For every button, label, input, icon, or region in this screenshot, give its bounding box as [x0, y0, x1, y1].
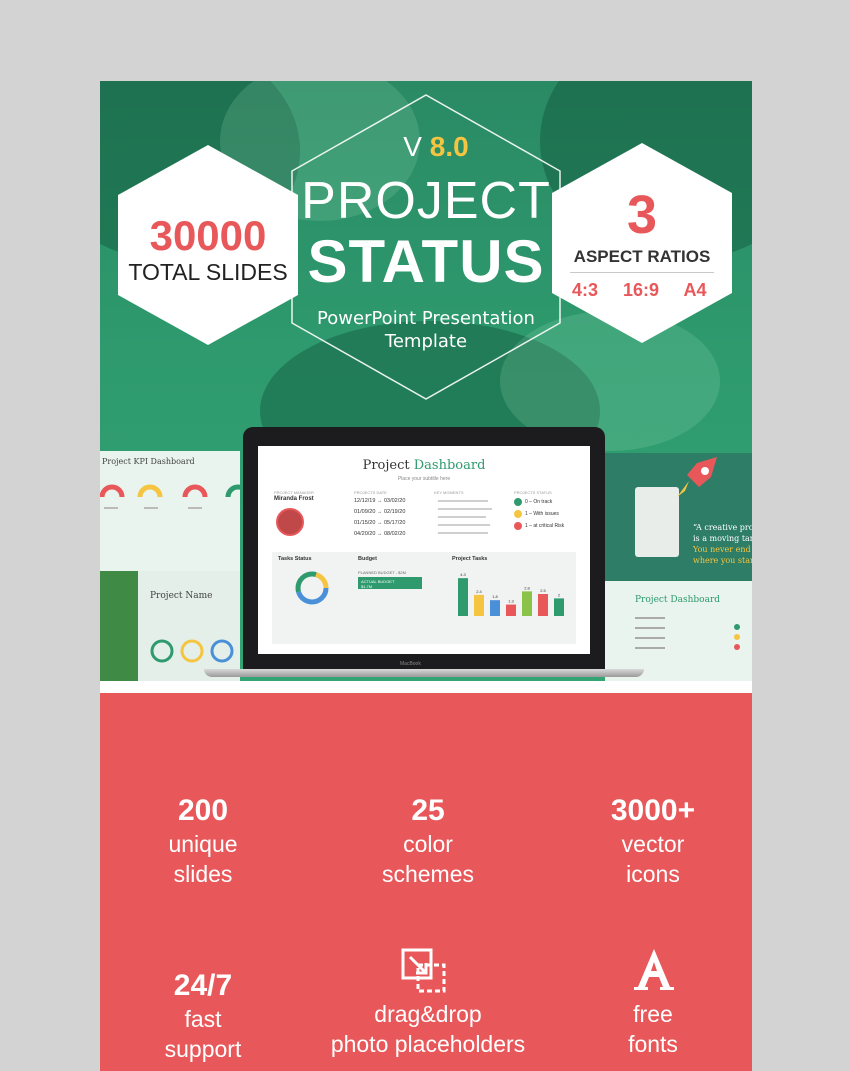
date-row: 01/15/20 → 05/17/20: [354, 520, 406, 526]
task-bar-label: 1.3: [508, 599, 514, 604]
task-bar: [554, 598, 564, 616]
divider-strip: [100, 681, 752, 693]
aspect-ratios-label: ASPECT RATIOS: [573, 247, 711, 266]
subtitle-line-2: Template: [384, 331, 468, 352]
drag-drop-icon: [401, 948, 446, 993]
date-row: 01/09/20 → 02/19/20: [354, 509, 406, 515]
moments-lines: [438, 500, 492, 534]
feature-line: free: [633, 1001, 673, 1027]
task-bar: [458, 578, 468, 616]
version-prefix: V: [403, 131, 430, 162]
task-bar: [474, 594, 484, 616]
feature-line: schemes: [381, 861, 475, 887]
project-tasks-heading: Project Tasks: [452, 556, 488, 562]
manager-avatar: [276, 508, 304, 536]
feature-line: photo placeholders: [330, 1031, 526, 1057]
task-bar: [490, 600, 500, 616]
version-number: 8.0: [429, 131, 469, 162]
feature-line: vector: [621, 831, 685, 857]
status-item: 0 – On track: [525, 499, 553, 505]
feature-line: fonts: [628, 1031, 678, 1057]
planned-budget: PLANNED BUDGET - $2M: [358, 570, 406, 575]
feature-line: unique: [168, 831, 238, 857]
task-bar-label: 2: [558, 592, 561, 597]
hero-banner: Project KPI Dashboard Project Name “A cr…: [100, 81, 752, 681]
feature-free-fonts: free fonts: [553, 999, 752, 1059]
feature-drag-drop: drag&drop photo placeholders: [318, 999, 538, 1059]
total-slides-label: TOTAL SLIDES: [128, 259, 288, 285]
actual-budget-value: $1.7M: [361, 584, 373, 589]
laptop-base: [204, 669, 644, 677]
screen-subtitle: Place your subtitle here: [397, 476, 451, 482]
status-item: 1 – With issues: [525, 511, 559, 517]
task-bar-label: 1.8: [492, 594, 498, 599]
manager-heading: PROJECT MANAGER: [274, 490, 314, 495]
task-bar: [538, 594, 548, 616]
date-row: 04/20/20 → 08/02/20: [354, 531, 406, 537]
status-ok-icon: [514, 498, 522, 506]
feature-support: 24/7 fast support: [103, 968, 303, 1064]
feature-slides: 200 unique slides: [103, 793, 303, 889]
feature-line: fast: [184, 1006, 222, 1032]
feature-number: 3000+: [610, 794, 696, 827]
project-tasks-chart: 4.3 2.4 1.8 1.3 2.8 2.5 2: [458, 572, 564, 616]
status-warn-icon: [514, 510, 522, 518]
task-bar-label: 2.5: [540, 588, 546, 593]
feature-number: 200: [177, 794, 229, 827]
ratio-16-9: 16:9: [622, 280, 660, 300]
feature-color-schemes: 25 color schemes: [328, 793, 528, 889]
feature-line: drag&drop: [374, 1001, 482, 1027]
promo-card: Project KPI Dashboard Project Name “A cr…: [100, 81, 752, 1071]
macbook-label: MacBook: [400, 661, 421, 667]
features-section: 200 unique slides 25 color schemes 3000+…: [100, 693, 752, 1071]
status-heading: PROJECTS STATUS: [514, 490, 552, 495]
dates-heading: PROJECTS DATE: [354, 490, 387, 495]
task-bar: [506, 604, 516, 616]
status-risk-icon: [514, 522, 522, 530]
task-bar-label: 4.3: [460, 572, 466, 577]
version-label: V 8.0: [376, 131, 496, 163]
subtitle-line-1: PowerPoint Presentation: [317, 308, 535, 329]
feature-number: 25: [411, 794, 445, 827]
feature-number: 24/7: [173, 969, 233, 1002]
task-bar: [522, 591, 532, 616]
budget-heading: Budget: [358, 556, 377, 562]
screen-title: Project Dashboard: [258, 458, 590, 473]
task-bar-label: 2.8: [524, 585, 530, 590]
font-icon: [634, 949, 674, 990]
feature-line: color: [403, 831, 453, 857]
total-slides-number: 30000: [149, 212, 267, 259]
screen-title-a: Project: [362, 458, 414, 473]
feature-line: slides: [173, 861, 233, 887]
title-project: PROJECT: [301, 172, 551, 230]
status-item: 1 – at critical Risk: [525, 523, 565, 529]
feature-line: support: [164, 1036, 242, 1062]
aspect-divider: [570, 272, 714, 273]
ratio-a4: A4: [683, 280, 707, 300]
tasks-donut: [295, 571, 329, 605]
screen-title-b: Dashboard: [413, 458, 486, 473]
feature-line: icons: [626, 861, 680, 887]
date-row: 12/12/19 → 03/02/20: [354, 498, 406, 504]
ratio-4-3: 4:3: [571, 280, 598, 300]
moments-heading: KEY MOMENTS: [434, 490, 464, 495]
laptop-screen: Project Dashboard Place your subtitle he…: [258, 446, 590, 654]
feature-vector-icons: 3000+ vector icons: [553, 793, 752, 889]
tasks-status-heading: Tasks Status: [278, 556, 312, 562]
task-bar-label: 2.4: [476, 589, 482, 594]
title-status: STATUS: [307, 228, 545, 295]
manager-name: Miranda Frost: [274, 496, 314, 502]
aspect-ratios-number: 3: [626, 185, 658, 245]
